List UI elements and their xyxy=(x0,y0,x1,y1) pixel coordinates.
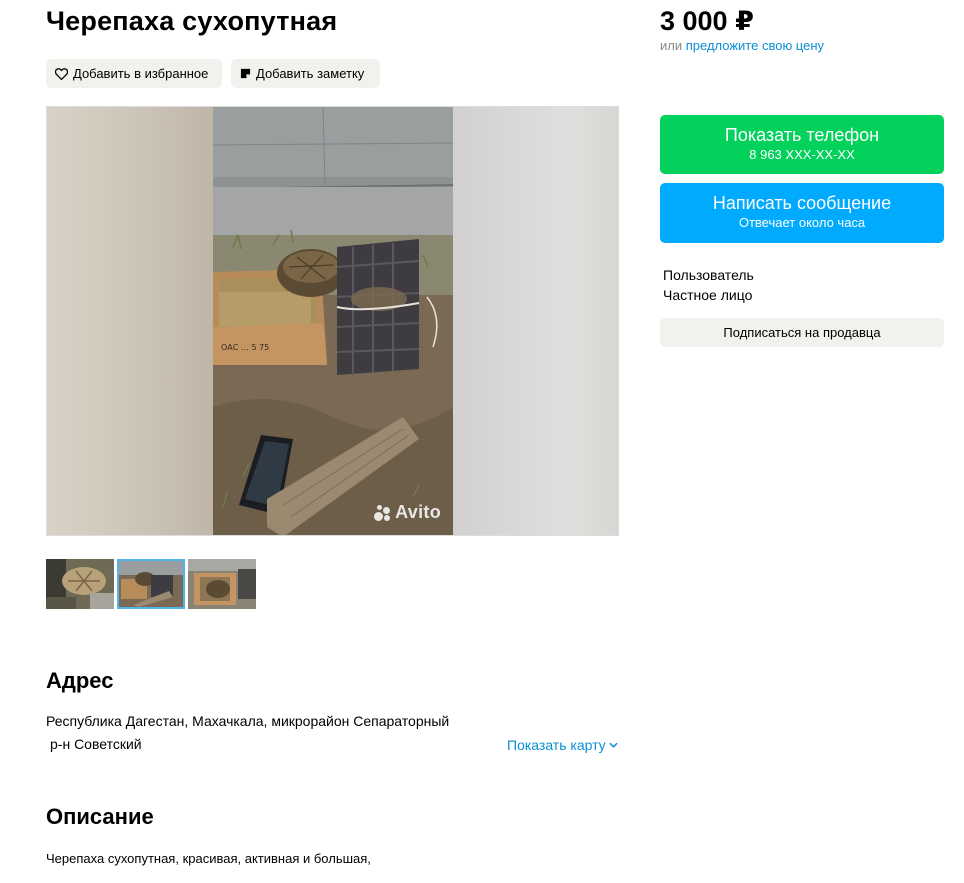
show-phone-button[interactable]: Показать телефон 8 963 XXX-XX-XX xyxy=(660,115,944,174)
gallery-blur-left xyxy=(47,107,213,535)
add-note-label: Добавить заметку xyxy=(256,66,365,81)
or-label: или xyxy=(660,38,683,53)
svg-text:ОАС … 5 75: ОАС … 5 75 xyxy=(221,343,269,352)
listing-title: Черепаха сухопутная xyxy=(46,6,338,36)
turtle-photo-3-icon xyxy=(188,559,256,609)
address-line-2: р-н Советский xyxy=(50,736,142,752)
chevron-down-icon xyxy=(609,742,618,748)
offer-price-link[interactable]: предложите свою цену xyxy=(686,38,824,53)
subscribe-seller-button[interactable]: Подписаться на продавца xyxy=(660,318,944,347)
turtle-photo-1-icon xyxy=(46,559,114,609)
watermark-text: Avito xyxy=(395,502,441,522)
seller-type: Частное лицо xyxy=(663,287,753,303)
gallery-thumbnail-1[interactable] xyxy=(46,559,114,609)
turtle-photo-2-icon xyxy=(119,561,183,607)
avito-logo-icon xyxy=(374,504,392,522)
heart-icon xyxy=(55,67,68,80)
add-note-button[interactable]: Добавить заметку xyxy=(231,59,380,88)
main-photo[interactable]: ОАС … 5 75 Avito xyxy=(213,107,453,535)
address-heading: Адрес xyxy=(46,668,114,693)
photo-gallery[interactable]: ОАС … 5 75 Avito xyxy=(46,106,619,536)
gallery-blur-right xyxy=(453,107,618,535)
avito-watermark: Avito xyxy=(374,502,441,523)
write-message-button[interactable]: Написать сообщение Отвечает около часа xyxy=(660,183,944,243)
description-heading: Описание xyxy=(46,804,154,829)
offer-price-line: или предложите свою цену xyxy=(660,38,824,53)
address-line-1: Республика Дагестан, Махачкала, микрорай… xyxy=(46,713,450,729)
show-map-label: Показать карту xyxy=(507,737,606,753)
response-time: Отвечает около часа xyxy=(738,215,866,230)
seller-name[interactable]: Пользователь xyxy=(663,266,754,284)
show-phone-label: Показать телефон xyxy=(724,125,880,145)
gallery-thumbnail-2[interactable] xyxy=(117,559,185,609)
show-map-link[interactable]: Показать карту xyxy=(507,737,618,753)
gallery-thumbnail-3[interactable] xyxy=(188,559,256,609)
add-to-favorites-label: Добавить в избранное xyxy=(73,66,209,81)
description-text: Черепаха сухопутная, красивая, активная … xyxy=(46,851,371,866)
write-message-label: Написать сообщение xyxy=(712,193,892,213)
add-to-favorites-button[interactable]: Добавить в избранное xyxy=(46,59,222,88)
price: 3 000 ₽ xyxy=(660,6,754,36)
note-icon xyxy=(240,68,251,79)
phone-number: 8 963 XXX-XX-XX xyxy=(749,147,855,162)
